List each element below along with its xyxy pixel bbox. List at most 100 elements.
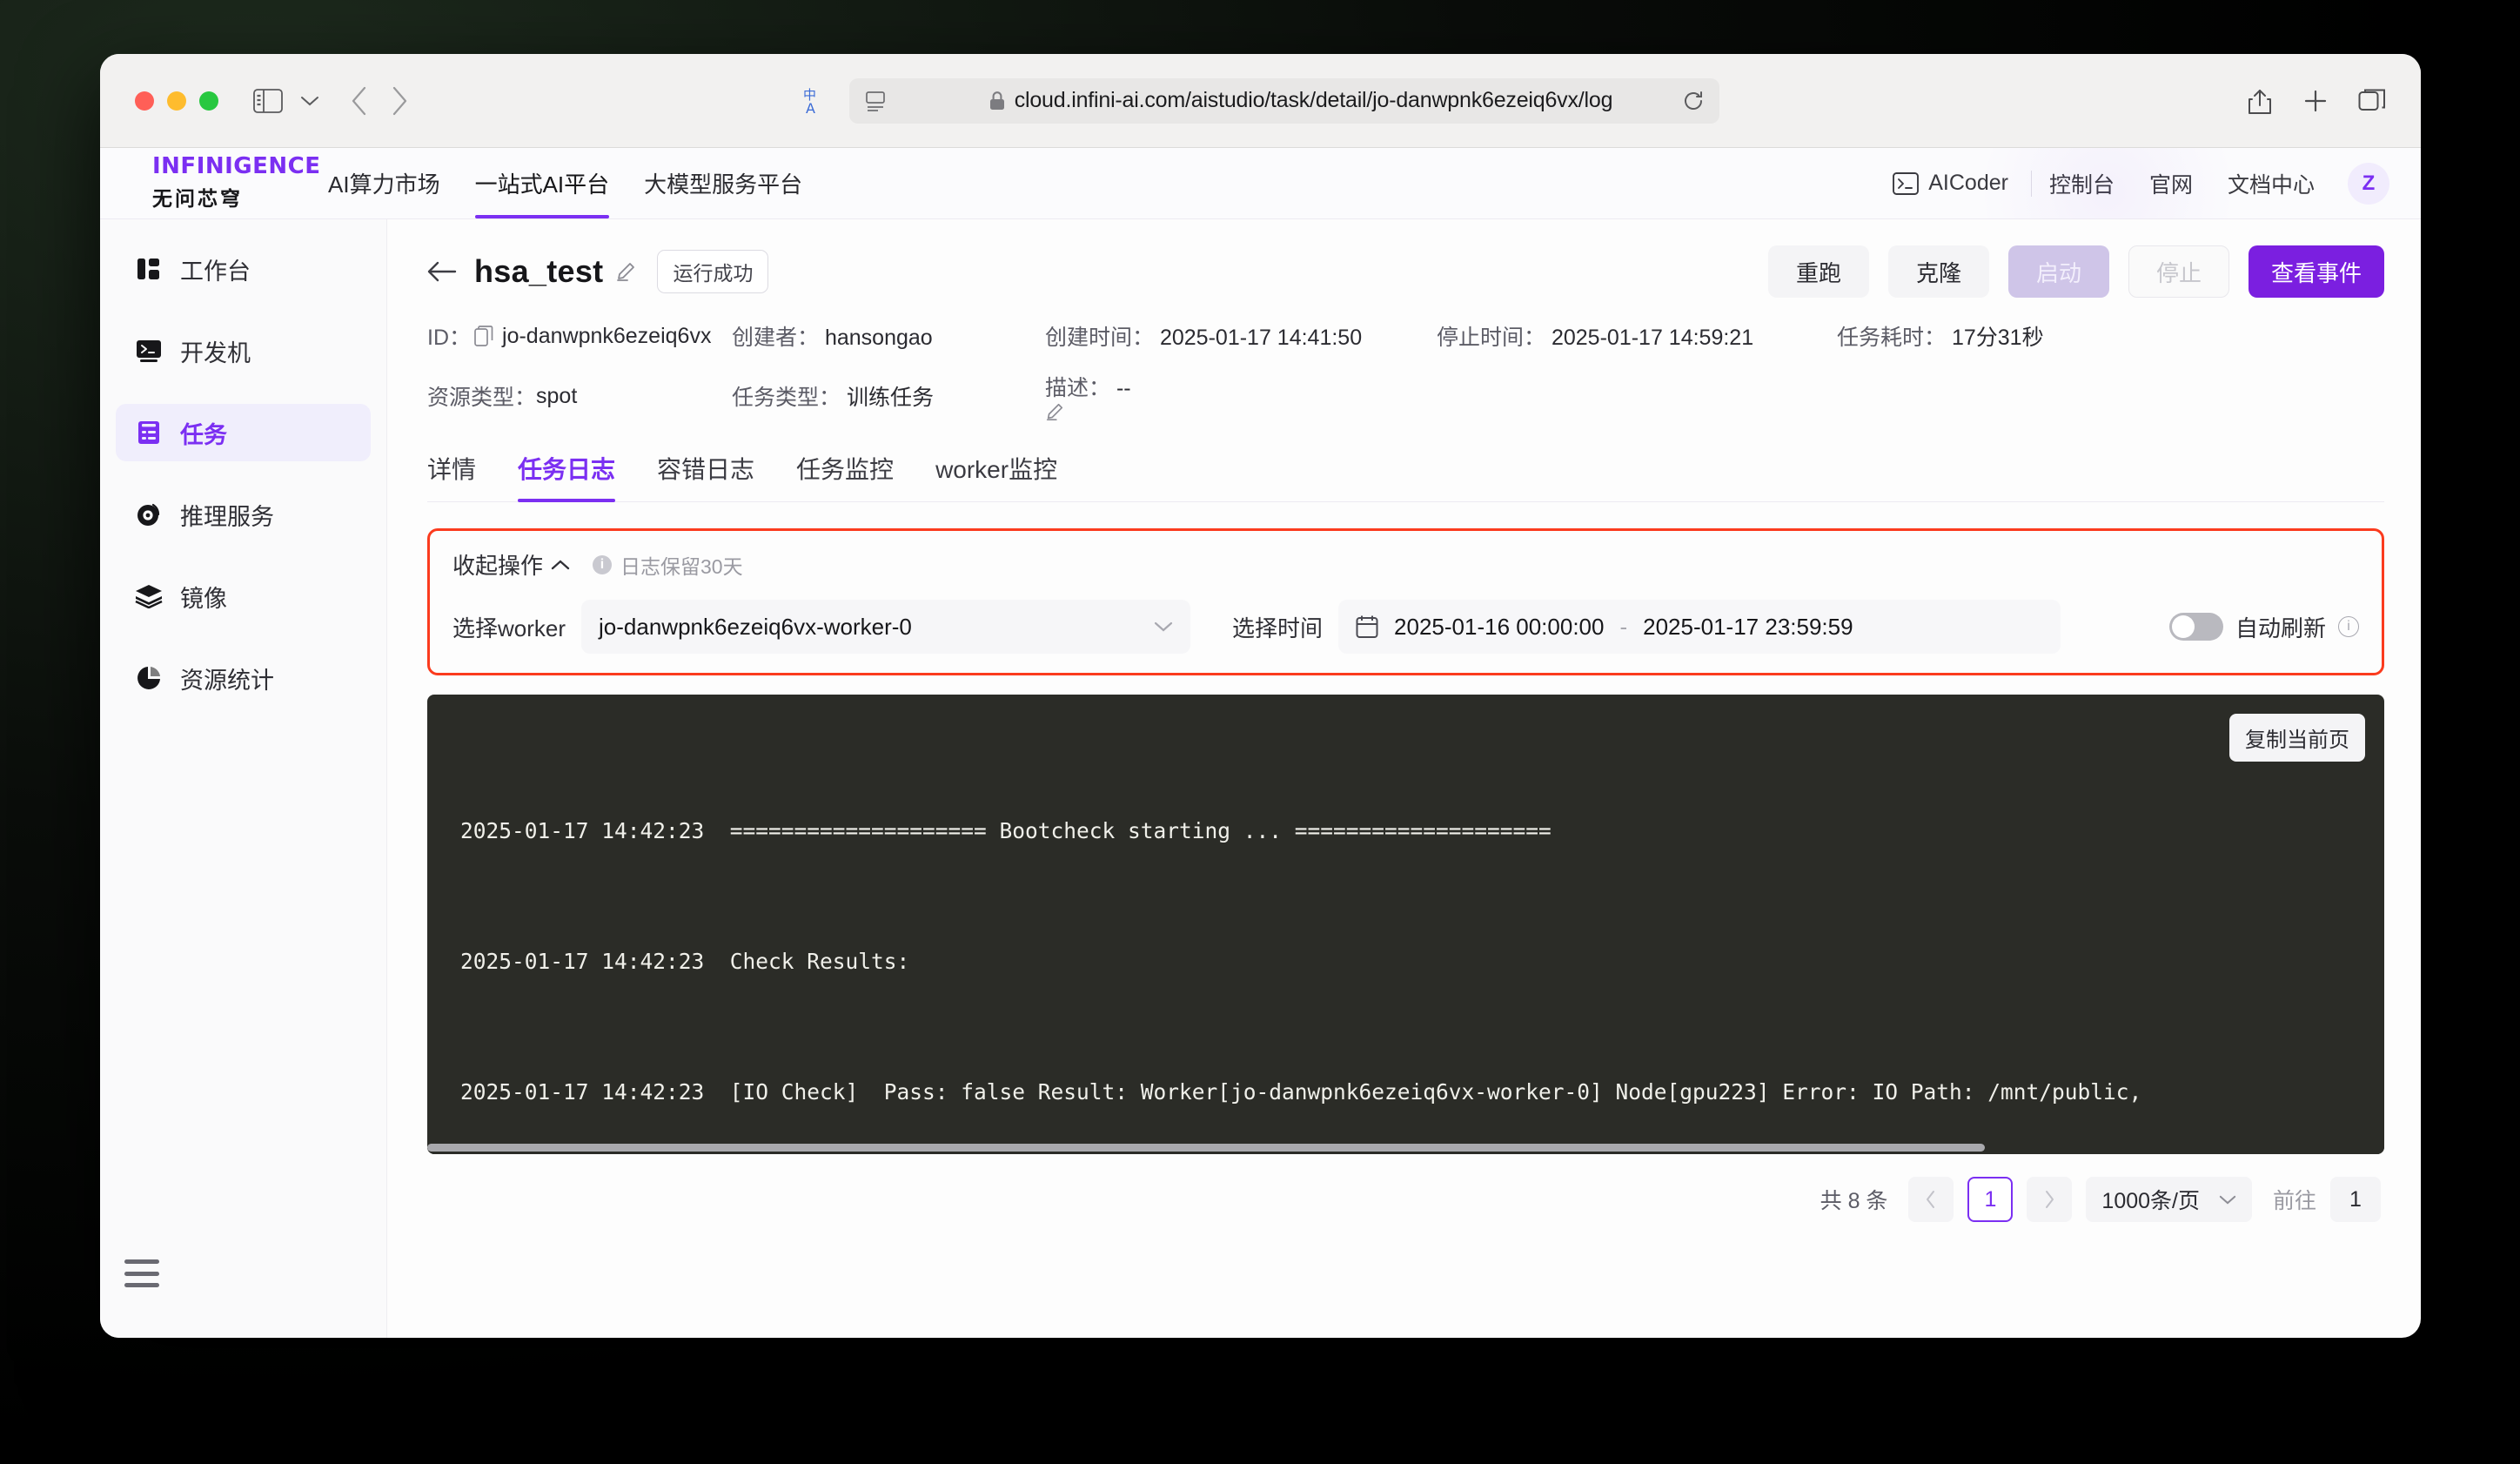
layers-icon — [135, 582, 163, 610]
topnav-item-ai-platform[interactable]: 一站式AI平台 — [458, 148, 627, 218]
log-line: 2025-01-17 14:42:23 Check Results: — [460, 949, 910, 974]
brand-logo[interactable]: INFINIGENCE 无问芯穹 — [111, 155, 320, 211]
pagination: 共 8 条 1 1000条/页 前往 1 — [427, 1177, 2384, 1222]
resource-type-value: spot — [536, 383, 578, 408]
log-horizontal-scrollbar[interactable] — [427, 1140, 2384, 1154]
duration-label: 任务耗时： — [1837, 326, 1947, 350]
tab-overview-icon[interactable] — [2358, 88, 2386, 114]
header-right-actions: AICoder 控制台 官网 文档中心 Z — [1893, 162, 2389, 205]
goto-page-input[interactable]: 1 — [2330, 1177, 2381, 1222]
description-label: 描述： — [1045, 376, 1111, 400]
desktop-background: 中 A cloud.infini-ai.com/aistudio/task/de… — [0, 0, 2520, 1464]
close-window-button[interactable] — [135, 91, 154, 111]
collapse-operations-button[interactable]: 收起操作 — [452, 548, 570, 581]
sidebar-item-label: 资源统计 — [180, 667, 274, 694]
tab-fault-log[interactable]: 容错日志 — [636, 451, 775, 501]
address-bar[interactable]: cloud.infini-ai.com/aistudio/task/detail… — [848, 77, 1719, 124]
view-events-button[interactable]: 查看事件 — [2248, 245, 2384, 298]
topnav-item-model-service[interactable]: 大模型服务平台 — [627, 148, 820, 218]
log-operations-panel: 收起操作 i 日志保留30天 选择worker jo-danwpnk6ezeiq… — [427, 528, 2384, 675]
tab-worker-monitor[interactable]: worker监控 — [915, 451, 1078, 501]
page-number-1[interactable]: 1 — [1967, 1177, 2014, 1222]
worker-select-label: 选择worker — [452, 614, 566, 641]
prev-page-button[interactable] — [1908, 1177, 1954, 1222]
sidebar-item-images[interactable]: 镜像 — [116, 567, 371, 625]
create-time-label: 创建时间： — [1045, 326, 1155, 350]
logo-sub-text: 无问芯穹 — [152, 186, 243, 210]
chevron-down-icon — [2219, 1194, 2236, 1205]
hamburger-line — [124, 1259, 159, 1264]
rerun-button[interactable]: 重跑 — [1767, 245, 1869, 298]
reload-icon[interactable] — [1681, 89, 1706, 113]
sidebar-item-label: 开发机 — [180, 339, 251, 366]
sidebar-item-label: 镜像 — [180, 585, 227, 612]
clone-button[interactable]: 克隆 — [1887, 245, 1989, 298]
chevron-down-icon — [1154, 621, 1173, 633]
copy-icon[interactable] — [474, 326, 493, 346]
aicoder-label: AICoder — [1928, 171, 2008, 195]
info-icon[interactable]: i — [2338, 616, 2359, 637]
lock-icon — [989, 91, 1006, 111]
terminal-icon — [135, 337, 163, 365]
sidebar-item-label: 工作台 — [180, 258, 251, 285]
new-tab-icon[interactable] — [2302, 88, 2329, 114]
back-button[interactable] — [351, 86, 368, 116]
sidebar-collapse-button[interactable] — [124, 1259, 159, 1287]
header-divider — [2030, 170, 2032, 197]
task-type-value: 训练任务 — [846, 386, 934, 410]
copy-current-page-button[interactable]: 复制当前页 — [2229, 714, 2365, 762]
tab-task-monitor[interactable]: 任务监控 — [775, 451, 915, 501]
next-page-button[interactable] — [2027, 1177, 2073, 1222]
log-line: 2025-01-17 14:42:23 [IO Check] Pass: fal… — [460, 1079, 2142, 1104]
aicoder-link[interactable]: AICoder — [1893, 171, 2031, 196]
window-controls[interactable] — [135, 91, 218, 111]
task-meta-row-1: ID： jo-danwpnk6ezeiq6vx 创建者： hansongao 创… — [427, 320, 2384, 352]
minimize-window-button[interactable] — [167, 91, 186, 111]
time-range-picker[interactable]: 2025-01-16 00:00:00 - 2025-01-17 23:59:5… — [1338, 600, 2061, 654]
header-link-website[interactable]: 官网 — [2132, 168, 2210, 199]
svg-text:A: A — [806, 100, 815, 116]
calendar-icon — [1356, 614, 1378, 639]
worker-select[interactable]: jo-danwpnk6ezeiq6vx-worker-0 — [581, 600, 1191, 654]
page-title: hsa_test — [474, 253, 604, 289]
url-text: cloud.infini-ai.com/aistudio/task/detail… — [1014, 88, 1613, 112]
id-value: jo-danwpnk6ezeiq6vx — [502, 323, 712, 348]
pencil-icon[interactable] — [615, 261, 636, 282]
browser-toolbar: 中 A cloud.infini-ai.com/aistudio/task/de… — [100, 54, 2421, 148]
top-navigation: AI算力市场 一站式AI平台 大模型服务平台 — [311, 148, 820, 218]
share-icon[interactable] — [2247, 86, 2273, 116]
avatar[interactable]: Z — [2348, 162, 2389, 205]
id-label: ID： — [427, 326, 472, 350]
chevron-up-icon — [551, 559, 570, 571]
goto-page-label: 前往 — [2272, 1189, 2316, 1213]
sidebar-item-inference[interactable]: 推理服务 — [116, 486, 371, 543]
maximize-window-button[interactable] — [199, 91, 218, 111]
auto-refresh-control[interactable]: 自动刷新 i — [2168, 611, 2359, 643]
chevron-down-icon[interactable] — [292, 83, 328, 119]
header-link-console[interactable]: 控制台 — [2032, 168, 2132, 199]
stop-time-label: 停止时间： — [1437, 326, 1546, 350]
reader-view-icon[interactable] — [863, 89, 888, 113]
total-count-label: 共 8 条 — [1820, 1189, 1888, 1213]
scrollbar-thumb[interactable] — [427, 1144, 1985, 1152]
sidebar-item-devmachine[interactable]: 开发机 — [116, 322, 371, 379]
translate-icon[interactable]: 中 A — [802, 86, 832, 116]
page-size-select[interactable]: 1000条/页 — [2086, 1177, 2252, 1222]
topnav-item-marketplace[interactable]: AI算力市场 — [311, 148, 458, 218]
auto-refresh-label: 自动刷新 — [2235, 614, 2326, 641]
start-button[interactable]: 启动 — [2007, 245, 2109, 298]
auto-refresh-toggle[interactable] — [2168, 613, 2223, 641]
back-arrow-icon[interactable] — [427, 260, 457, 283]
sidebar-item-tasks[interactable]: 任务 — [116, 404, 371, 461]
pencil-icon[interactable] — [1045, 402, 1437, 421]
sidebar-item-resource-stats[interactable]: 资源统计 — [116, 649, 371, 707]
sidebar-item-workbench[interactable]: 工作台 — [116, 240, 371, 298]
task-meta-row-2: 资源类型： spot 任务类型： 训练任务 描述： -- — [427, 371, 2384, 421]
worker-select-value: jo-danwpnk6ezeiq6vx-worker-0 — [599, 613, 912, 640]
sidebar-toggle-icon[interactable] — [250, 83, 286, 119]
tab-task-log[interactable]: 任务日志 — [497, 451, 636, 502]
header-link-docs[interactable]: 文档中心 — [2210, 168, 2332, 199]
forward-button[interactable] — [391, 86, 408, 116]
operations-header: 收起操作 i 日志保留30天 — [452, 548, 2359, 581]
tab-detail[interactable]: 详情 — [427, 451, 497, 501]
